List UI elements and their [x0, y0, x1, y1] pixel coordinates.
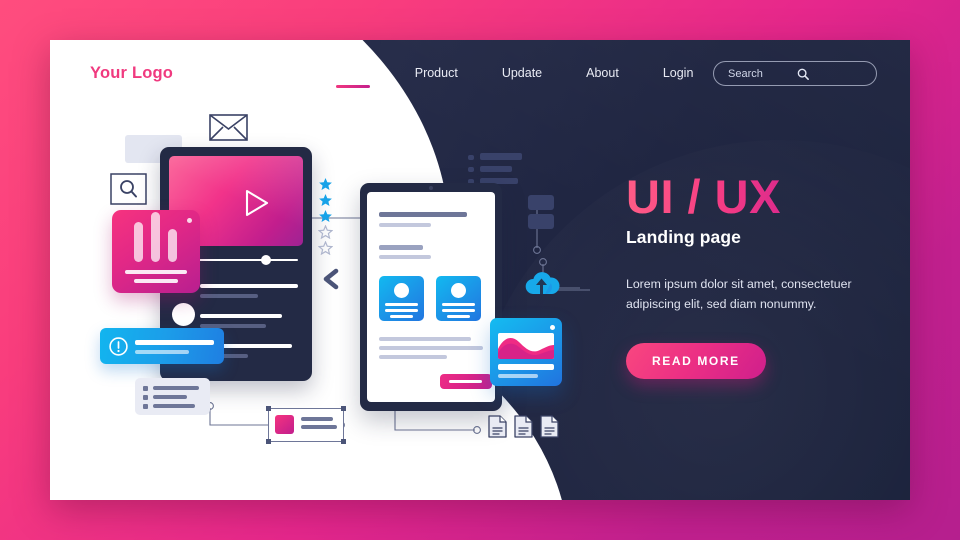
star-outline-icon	[318, 225, 333, 239]
content-line	[379, 245, 423, 250]
page-subtitle: Landing page	[626, 226, 741, 247]
star-filled-icon	[319, 210, 332, 222]
card-line	[447, 315, 470, 318]
chart-underline	[125, 270, 187, 274]
search-icon[interactable]	[797, 68, 866, 80]
card-line	[385, 309, 418, 312]
logo[interactable]: Your Logo	[90, 64, 173, 83]
list-bullet	[468, 155, 474, 160]
document-icon[interactable]	[540, 415, 559, 438]
main-navigation: Home Product Update About Login	[336, 66, 737, 88]
document-icon[interactable]	[514, 415, 533, 438]
media-line	[200, 294, 258, 298]
document-icons	[488, 415, 559, 438]
card-line	[390, 315, 413, 318]
page-title: UI / UX	[626, 173, 896, 221]
list-line	[153, 404, 195, 408]
chevron-left-icon[interactable]	[320, 268, 342, 295]
tablet-wireframe	[360, 183, 502, 411]
bar-chart-card	[112, 210, 200, 293]
list-bullet	[468, 167, 474, 172]
list-bullet	[143, 395, 148, 400]
tablet-screen	[367, 192, 495, 402]
card-line	[498, 374, 538, 378]
analytics-graph-card	[490, 318, 562, 386]
content-line	[379, 223, 431, 227]
nav-item-update[interactable]: Update	[502, 66, 542, 88]
nav-item-product[interactable]: Product	[415, 66, 458, 88]
landing-page-frame: Your Logo Home Product Update About Logi…	[50, 40, 910, 500]
content-line	[379, 346, 483, 350]
avatar	[451, 283, 466, 298]
card-line	[442, 303, 475, 306]
card-dot	[550, 325, 555, 330]
active-nav-underline	[336, 85, 370, 88]
star-rating[interactable]	[318, 177, 333, 257]
card-line	[442, 309, 475, 312]
star-filled-icon	[319, 178, 332, 190]
nav-item-about[interactable]: About	[586, 66, 619, 88]
area-chart	[498, 333, 554, 359]
list-line	[480, 166, 512, 172]
content-line	[379, 355, 447, 359]
alert-line	[135, 340, 214, 345]
chart-bar	[151, 212, 160, 262]
star-outline-icon	[318, 241, 333, 255]
content-line	[379, 337, 471, 341]
play-icon[interactable]	[224, 189, 269, 217]
list-line	[480, 153, 522, 160]
card-line	[498, 364, 554, 370]
alert-line	[135, 350, 189, 354]
hero-paragraph: Lorem ipsum dolor sit amet, consectetuer…	[626, 276, 852, 311]
nav-item-home[interactable]: Home	[336, 66, 371, 88]
chart-bar	[134, 222, 143, 262]
alert-banner	[100, 328, 224, 364]
magnifier-icon	[110, 173, 147, 210]
selection-widget[interactable]	[266, 406, 346, 444]
search-placeholder: Search	[728, 67, 763, 80]
progress-knob[interactable]	[261, 255, 271, 265]
cloud-upload-icon	[523, 272, 563, 301]
search-input[interactable]: Search	[713, 61, 877, 86]
list-line	[153, 395, 187, 399]
ui-chip	[528, 214, 554, 229]
media-line	[200, 284, 298, 288]
nav-item-login[interactable]: Login	[663, 66, 694, 88]
hero-content: UI / UX Landing page Lorem ipsum dolor s…	[626, 173, 896, 379]
list-card	[135, 378, 210, 415]
content-line	[379, 212, 467, 217]
primary-pill-button[interactable]	[440, 374, 492, 389]
read-more-button[interactable]: READ MORE	[626, 342, 766, 379]
list-bullet	[143, 404, 148, 409]
widget-line	[301, 417, 333, 421]
card-line	[385, 303, 418, 306]
avatar	[394, 283, 409, 298]
envelope-icon	[209, 114, 248, 146]
media-avatar	[172, 303, 195, 326]
color-swatch	[275, 415, 294, 434]
star-filled-icon	[319, 194, 332, 206]
list-line	[153, 386, 199, 390]
media-line	[200, 314, 282, 318]
landing-page-screenshot: Your Logo Home Product Update About Logi…	[0, 0, 960, 540]
ui-chip	[528, 195, 554, 210]
card-dot	[187, 218, 192, 223]
document-icon[interactable]	[488, 415, 507, 438]
chart-underline	[134, 279, 178, 283]
widget-line	[301, 425, 337, 429]
profile-card[interactable]	[436, 276, 481, 321]
chart-bar	[168, 229, 177, 262]
profile-card[interactable]	[379, 276, 424, 321]
list-bullet	[143, 386, 148, 391]
content-line	[379, 255, 431, 259]
tablet-camera	[429, 186, 433, 190]
